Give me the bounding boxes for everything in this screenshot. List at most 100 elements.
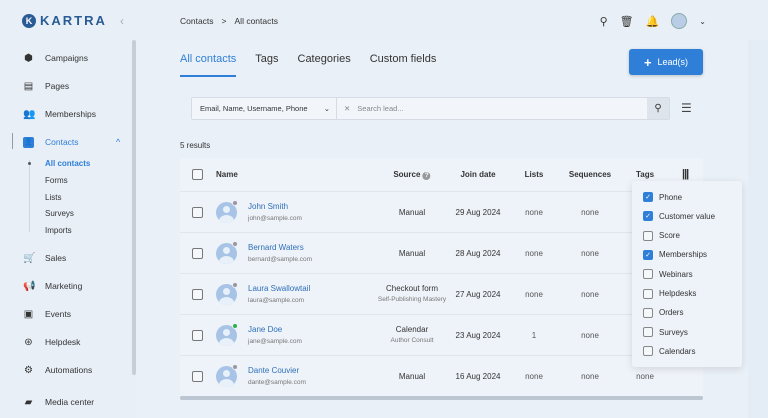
status-dot	[232, 282, 238, 288]
checkbox[interactable]	[643, 307, 653, 318]
row-checkbox[interactable]	[192, 289, 203, 300]
search-field-select[interactable]: Email, Name, Username, Phone ⌄	[192, 98, 337, 119]
kartra-logo[interactable]: K KARTRA	[22, 13, 107, 28]
column-option-label: Memberships	[659, 250, 708, 260]
column-option-surveys[interactable]: Surveys	[643, 327, 688, 338]
column-option-label: Orders	[659, 308, 684, 318]
sidebar-item-helpdesk[interactable]: ⊛ Helpdesk	[0, 332, 130, 352]
checkbox[interactable]	[643, 230, 653, 241]
column-option-memberships[interactable]: ✓ Memberships	[643, 249, 708, 260]
search-icon[interactable]: ⚲	[600, 15, 608, 28]
sidebar-sub-imports[interactable]: Imports	[45, 226, 72, 235]
sidebar-sub-lists[interactable]: Lists	[45, 193, 61, 202]
chevron-up-icon[interactable]: ^	[116, 137, 120, 147]
tab-categories[interactable]: Categories	[298, 53, 351, 77]
checkbox[interactable]: ✓	[643, 249, 653, 260]
sequences-cell: none	[581, 290, 599, 299]
tab-custom-fields[interactable]: Custom fields	[370, 53, 437, 77]
help-icon[interactable]: ?	[422, 172, 431, 180]
header-join-date[interactable]: Join date	[460, 170, 495, 179]
lists-cell: none	[525, 290, 543, 299]
join-date-cell: 23 Aug 2024	[455, 331, 501, 340]
header-name[interactable]: Name	[216, 170, 238, 179]
sidebar-item-automations[interactable]: ⚙ Automations	[0, 360, 130, 380]
contact-email: bernard@sample.com	[248, 256, 313, 263]
sidebar-item-events[interactable]: ▣ Events	[0, 304, 130, 324]
contact-name[interactable]: Dante Couvier	[248, 366, 299, 375]
checkbox[interactable]: ✓	[643, 192, 653, 202]
contact-name[interactable]: Laura Swallowtail	[248, 284, 310, 293]
cube-icon: ⬢	[24, 52, 33, 64]
breadcrumb-separator: >	[221, 16, 227, 26]
source-label: Manual	[398, 208, 426, 217]
filter-settings-icon[interactable]: ☰	[681, 101, 692, 115]
source-cell: Manual	[399, 208, 425, 217]
column-option-label: Surveys	[659, 327, 688, 337]
checkbox[interactable]: ✓	[643, 211, 653, 222]
header-source-label: Source	[393, 170, 421, 179]
sidebar-item-pages[interactable]: ▤ Pages	[0, 76, 130, 96]
checkbox[interactable]	[643, 269, 653, 280]
trash-icon[interactable]: 🗑	[620, 15, 634, 28]
user-avatar[interactable]	[671, 13, 688, 29]
tab-all-contacts[interactable]: All contacts	[180, 53, 237, 77]
sidebar-item-memberships[interactable]: 👥 Memberships	[0, 104, 130, 124]
contact-name[interactable]: Bernard Waters	[248, 243, 304, 252]
column-option-phone[interactable]: ✓ Phone	[643, 192, 682, 202]
contact-name[interactable]: John Smith	[248, 202, 288, 211]
sequences-cell: none	[581, 208, 599, 217]
sidebar-item-contacts[interactable]: 👤 Contacts ^	[0, 132, 130, 152]
sequences-cell: none	[581, 249, 599, 258]
column-option-calendars[interactable]: Calendars	[643, 346, 695, 357]
row-checkbox[interactable]	[192, 207, 203, 218]
header-lists[interactable]: Lists	[525, 170, 544, 179]
contact-name[interactable]: Jane Doe	[248, 325, 282, 334]
table-row[interactable]: Jane Doe jane@sample.com Calendar Author …	[180, 315, 703, 356]
checkbox[interactable]	[643, 346, 653, 357]
tab-tags[interactable]: Tags	[255, 53, 278, 77]
join-date-cell: 28 Aug 2024	[455, 249, 501, 258]
add-lead-button[interactable]: + Lead(s)	[629, 49, 703, 75]
chevron-down-icon: ⌄	[323, 104, 330, 113]
breadcrumb: Contacts > All contacts	[180, 16, 278, 26]
column-option-customer-value[interactable]: ✓ Customer value	[643, 211, 715, 222]
table-row[interactable]: Dante Couvier dante@sample.com Manual 16…	[180, 356, 703, 397]
chevron-left-icon[interactable]: ‹	[120, 14, 124, 28]
table-row[interactable]: Laura Swallowtail laura@sample.com Check…	[180, 274, 703, 315]
contact-icon: 👤	[23, 136, 34, 148]
sidebar-item-sales[interactable]: 🛒 Sales	[0, 248, 130, 268]
sidebar-item-media-center[interactable]: ▰ Media center	[0, 392, 130, 412]
column-option-score[interactable]: Score	[643, 230, 680, 241]
checkbox[interactable]	[643, 327, 653, 338]
breadcrumb-all-contacts: All contacts	[234, 16, 278, 26]
column-option-helpdesks[interactable]: Helpdesks	[643, 288, 696, 299]
clear-icon[interactable]: ✕	[344, 104, 350, 113]
sidebar-scrollbar[interactable]	[132, 40, 136, 375]
sidebar-sub-forms[interactable]: Forms	[45, 176, 68, 185]
breadcrumb-contacts[interactable]: Contacts	[180, 16, 214, 26]
table-scrollbar[interactable]	[180, 396, 703, 400]
row-checkbox[interactable]	[192, 248, 203, 259]
search-button[interactable]: ⚲	[647, 98, 669, 119]
select-all-checkbox[interactable]	[192, 169, 203, 180]
checkbox[interactable]	[643, 288, 653, 299]
chevron-down-icon[interactable]: ⌄	[699, 17, 706, 26]
table-header: Name Source ? Join date Lists Sequences …	[180, 158, 703, 192]
header-tags[interactable]: Tags	[636, 170, 654, 179]
columns-icon[interactable]: |||	[682, 168, 689, 180]
search-input[interactable]: ✕ Search lead...	[337, 104, 647, 113]
column-option-orders[interactable]: Orders	[643, 307, 684, 318]
header-sequences[interactable]: Sequences	[569, 170, 611, 179]
table-row[interactable]: John Smith john@sample.com Manual 29 Aug…	[180, 192, 703, 233]
sidebar-item-campaigns[interactable]: ⬢ Campaigns	[0, 48, 130, 68]
row-checkbox[interactable]	[192, 330, 203, 341]
row-checkbox[interactable]	[192, 371, 203, 382]
sidebar-sub-surveys[interactable]: Surveys	[45, 209, 74, 218]
table-row[interactable]: Bernard Waters bernard@sample.com Manual…	[180, 233, 703, 274]
sidebar-sub-all-contacts[interactable]: All contacts	[45, 159, 90, 168]
bell-icon[interactable]: 🔔	[646, 15, 660, 28]
source-label: Manual	[398, 249, 426, 258]
column-option-webinars[interactable]: Webinars	[643, 269, 693, 280]
header-source[interactable]: Source ?	[393, 170, 431, 180]
sidebar-item-marketing[interactable]: 📢 Marketing	[0, 276, 130, 296]
